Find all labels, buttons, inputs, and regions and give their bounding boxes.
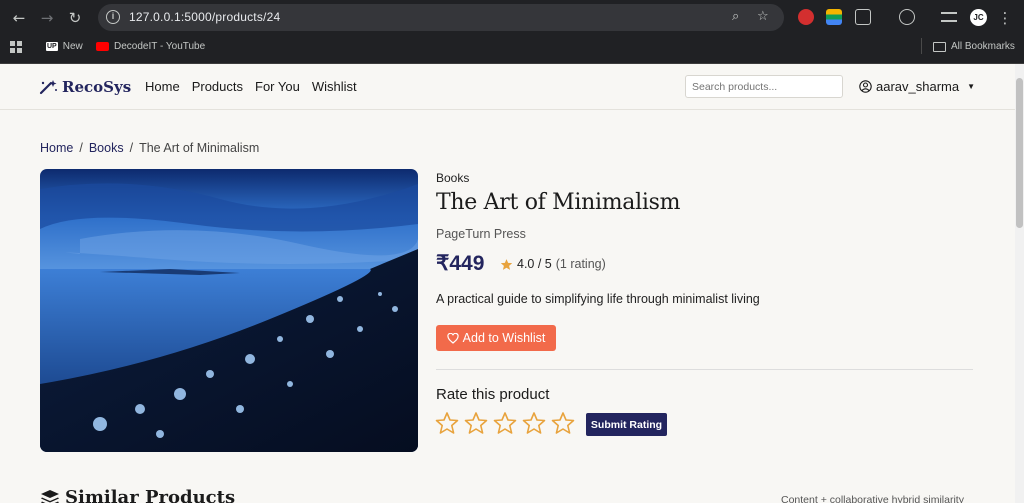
star-rating-input <box>435 411 575 435</box>
layers-icon <box>41 489 59 503</box>
star-outline-icon[interactable] <box>464 411 488 435</box>
nav-link-wishlist[interactable]: Wishlist <box>312 79 357 94</box>
search-input[interactable] <box>685 75 843 98</box>
scrollbar-thumb[interactable] <box>1016 78 1023 228</box>
bookmark-youtube[interactable]: DecodeIT - YouTube <box>96 41 205 52</box>
page-scrollbar[interactable] <box>1015 64 1024 503</box>
youtube-icon <box>96 42 109 51</box>
similarity-note: Content + collaborative hybrid similarit… <box>781 494 964 503</box>
address-bar[interactable]: i 127.0.0.1:5000/products/24 ⌕ ☆ <box>98 4 784 31</box>
user-circle-icon <box>859 80 872 93</box>
product-price: ₹449 <box>436 252 485 275</box>
user-menu[interactable]: aarav_sharma ▼ <box>859 79 975 94</box>
breadcrumb-current: The Art of Minimalism <box>139 141 260 155</box>
folder-icon <box>933 41 946 52</box>
all-bookmarks-label: All Bookmarks <box>951 41 1015 52</box>
extension-sheets-icon[interactable] <box>826 9 842 25</box>
caret-down-icon: ▼ <box>967 82 976 91</box>
nav-links: Home Products For You Wishlist <box>145 79 357 94</box>
apps-grid-icon[interactable] <box>10 41 22 53</box>
url-text[interactable]: 127.0.0.1:5000/products/24 <box>129 10 280 24</box>
star-outline-icon[interactable] <box>435 411 459 435</box>
breadcrumb-separator: / <box>129 141 134 155</box>
rate-section-title: Rate this product <box>436 386 550 403</box>
rating-value: 4.0 / 5 <box>517 257 552 271</box>
app-navbar: RecoSys Home Products For You Wishlist a… <box>0 64 1015 110</box>
username: aarav_sharma <box>876 79 960 94</box>
section-divider <box>436 369 973 370</box>
breadcrumb-separator: / <box>79 141 83 155</box>
star-outline-icon[interactable] <box>551 411 575 435</box>
product-title: The Art of Minimalism <box>436 190 681 215</box>
rating-count: (1 rating) <box>555 257 606 271</box>
back-icon[interactable]: ← <box>9 8 29 28</box>
breadcrumb-home[interactable]: Home <box>40 141 73 155</box>
heart-icon <box>447 332 459 344</box>
product-category: Books <box>436 171 470 185</box>
reading-list-icon[interactable] <box>941 12 957 22</box>
product-rating: 4.0 / 5 (1 rating) <box>500 257 606 271</box>
bookmark-badge-icon: UP <box>46 42 58 51</box>
nav-link-for-you[interactable]: For You <box>255 79 300 94</box>
star-outline-icon[interactable] <box>493 411 517 435</box>
bookmark-new[interactable]: UP New <box>46 41 83 52</box>
avatar[interactable]: JC <box>970 9 987 26</box>
reload-icon[interactable]: ↻ <box>65 8 85 28</box>
submit-rating-button[interactable]: Submit Rating <box>586 413 667 436</box>
product-publisher: PageTurn Press <box>436 227 526 241</box>
bookmark-divider <box>921 38 922 54</box>
breadcrumb: Home / Books / The Art of Minimalism <box>40 141 259 155</box>
bookmark-label: DecodeIT - YouTube <box>114 41 206 52</box>
product-image <box>40 169 418 452</box>
bookmark-star-icon[interactable]: ☆ <box>757 9 769 24</box>
site-info-icon[interactable]: i <box>106 10 120 24</box>
extension-shield-icon[interactable] <box>798 9 814 25</box>
nav-link-products[interactable]: Products <box>192 79 243 94</box>
all-bookmarks[interactable]: All Bookmarks <box>933 41 1015 52</box>
brand-name: RecoSys <box>62 78 132 96</box>
magic-wand-icon <box>39 80 57 95</box>
extensions-puzzle-icon[interactable] <box>855 9 871 25</box>
star-filled-icon <box>500 258 513 270</box>
bookmark-label: New <box>62 41 83 52</box>
nav-link-home[interactable]: Home <box>145 79 180 94</box>
similar-products-title: Similar Products <box>65 487 236 503</box>
product-description: A practical guide to simplifying life th… <box>436 292 760 306</box>
forward-icon[interactable]: → <box>37 8 57 28</box>
wishlist-label: Add to Wishlist <box>462 331 546 345</box>
zoom-icon[interactable]: ⌕ <box>732 9 739 24</box>
brand-logo[interactable]: RecoSys <box>39 78 131 96</box>
profile-incognito-icon[interactable] <box>899 9 915 25</box>
breadcrumb-category[interactable]: Books <box>89 141 124 155</box>
similar-products-heading: Similar Products <box>40 487 235 503</box>
star-outline-icon[interactable] <box>522 411 546 435</box>
add-to-wishlist-button[interactable]: Add to Wishlist <box>436 325 556 351</box>
menu-dots-icon[interactable]: ⋮ <box>995 8 1015 28</box>
